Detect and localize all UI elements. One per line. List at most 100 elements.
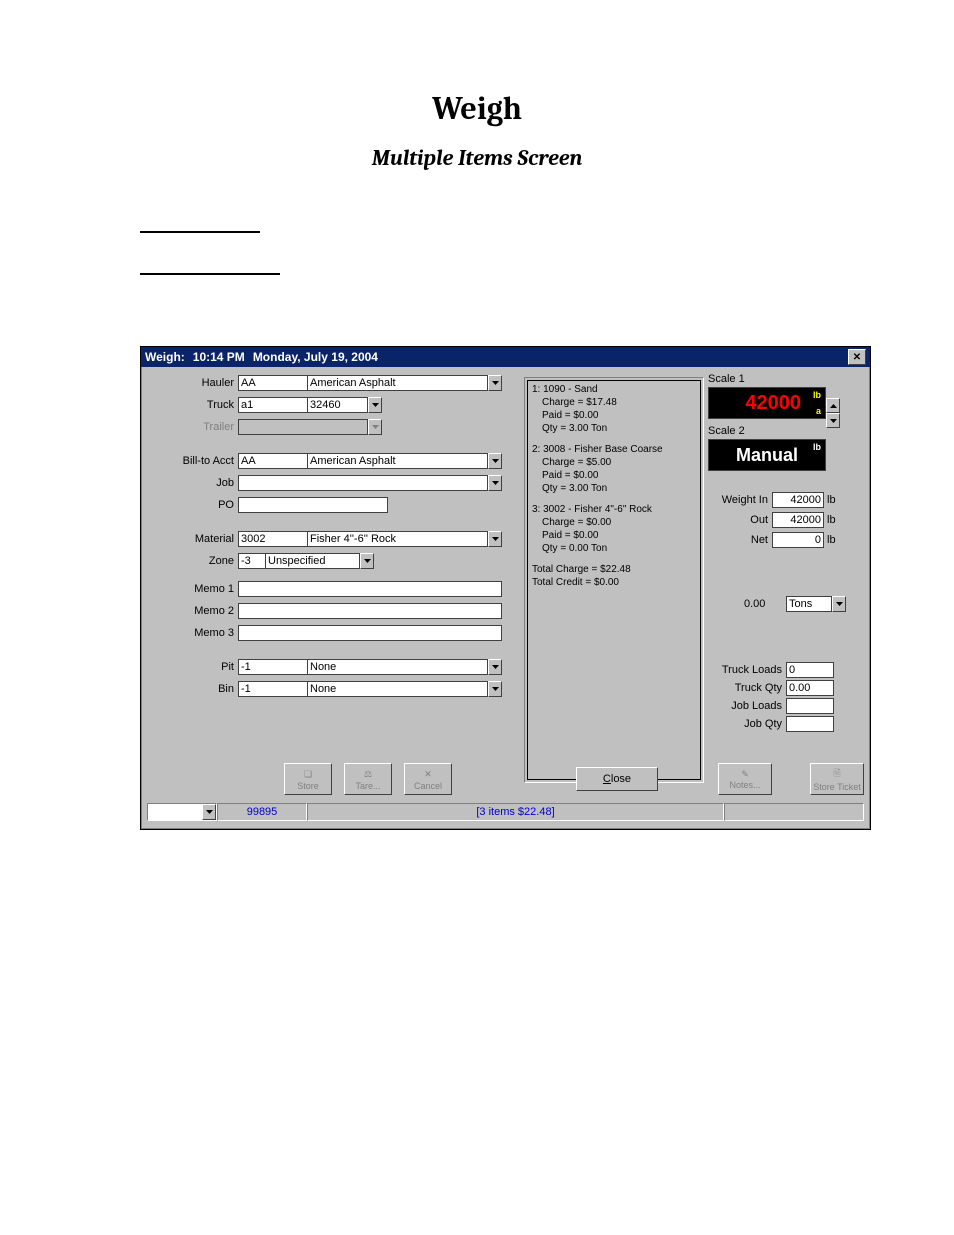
scale-spin-up[interactable] [826, 398, 840, 413]
memo3-input[interactable] [238, 625, 502, 641]
pit-code-input[interactable]: -1 [238, 659, 308, 675]
truck-qty-input[interactable]: 0.00 [786, 680, 834, 696]
scale1-display: 42000 lb a [708, 387, 826, 419]
zone-code-input[interactable]: -3 [238, 553, 266, 569]
close-icon: ✕ [853, 352, 861, 363]
rule-1 [140, 231, 260, 233]
summary-item1-title: 1: 1090 - Sand [532, 383, 696, 396]
memo1-input[interactable] [238, 581, 502, 597]
truck-qty-label: Truck Qty [708, 682, 786, 694]
truck-code-input[interactable]: a1 [238, 397, 308, 413]
scale2-unit: lb [813, 442, 821, 452]
memo1-label: Memo 1 [144, 583, 238, 595]
titlebar-prefix: Weigh: [145, 350, 185, 364]
job-loads-input[interactable] [786, 698, 834, 714]
zone-name-input[interactable]: Unspecified [266, 553, 360, 569]
close-label-rest: lose [611, 773, 631, 785]
billto-name-input[interactable]: American Asphalt [308, 453, 488, 469]
rule-2 [140, 273, 280, 275]
ticket-summary: 1: 1090 - Sand Charge = $17.48 Paid = $0… [524, 377, 704, 783]
summary-item2-title: 2: 3008 - Fisher Base Coarse [532, 443, 696, 456]
truck-dropdown[interactable] [368, 397, 382, 413]
cancel-button[interactable]: ✕ Cancel [404, 763, 452, 795]
memo2-label: Memo 2 [144, 605, 238, 617]
summary-item3-title: 3: 3002 - Fisher 4"-6" Rock [532, 503, 696, 516]
notes-button[interactable]: ✎ Notes... [718, 763, 772, 795]
conv-value-input[interactable]: 0.00 [744, 598, 784, 610]
zone-label: Zone [144, 555, 238, 567]
trailer-dropdown [368, 419, 382, 435]
bin-name-input[interactable]: None [308, 681, 488, 697]
billto-dropdown[interactable] [488, 453, 502, 469]
hauler-dropdown[interactable] [488, 375, 502, 391]
weight-in-input[interactable]: 42000 [772, 492, 824, 508]
zone-dropdown[interactable] [360, 553, 374, 569]
memo3-label: Memo 3 [144, 627, 238, 639]
status-code: 99895 [217, 803, 307, 821]
trailer-input [238, 419, 368, 435]
weight-out-unit: lb [824, 514, 836, 526]
material-name-input[interactable]: Fisher 4''-6'' Rock [308, 531, 488, 547]
conv-unit-dropdown[interactable] [832, 596, 846, 612]
material-dropdown[interactable] [488, 531, 502, 547]
doc-subtitle: Multiple Items Screen [80, 145, 874, 171]
memo2-input[interactable] [238, 603, 502, 619]
weight-net-unit: lb [824, 534, 836, 546]
job-qty-input[interactable] [786, 716, 834, 732]
scale1-label: Scale 1 [708, 373, 863, 385]
hauler-name-input[interactable]: American Asphalt [308, 375, 488, 391]
summary-total-credit: Total Credit = $0.00 [532, 576, 696, 589]
scale-spin-down[interactable] [826, 413, 840, 428]
bin-code-input[interactable]: -1 [238, 681, 308, 697]
notes-icon: ✎ [741, 769, 749, 780]
job-dropdown[interactable] [488, 475, 502, 491]
bin-label: Bin [144, 683, 238, 695]
summary-total-charge: Total Charge = $22.48 [532, 563, 696, 576]
weight-in-unit: lb [824, 494, 836, 506]
po-label: PO [144, 499, 238, 511]
job-input[interactable] [238, 475, 488, 491]
store-ticket-button[interactable]: 🗎 Store Ticket [810, 763, 864, 795]
store-button[interactable]: ❏ Store [284, 763, 332, 795]
window-close-button[interactable]: ✕ [848, 349, 866, 365]
truck-num-input[interactable]: 32460 [308, 397, 368, 413]
pit-name-input[interactable]: None [308, 659, 488, 675]
summary-item1-qty: Qty = 3.00 Ton [532, 422, 696, 435]
trailer-label: Trailer [144, 421, 238, 433]
status-combo[interactable] [148, 804, 202, 820]
pit-label: Pit [144, 661, 238, 673]
weight-out-input[interactable]: 42000 [772, 512, 824, 528]
bin-dropdown[interactable] [488, 681, 502, 697]
conv-unit-select[interactable]: Tons [786, 596, 832, 612]
status-items: [3 items $22.48] [307, 803, 724, 821]
hauler-label: Hauler [144, 377, 238, 389]
truck-label: Truck [144, 399, 238, 411]
weight-in-label: Weight In [708, 494, 772, 506]
scale1-value: 42000 [745, 392, 801, 415]
cancel-icon: ✕ [424, 767, 432, 781]
po-input[interactable] [238, 497, 388, 513]
summary-item3-charge: Charge = $0.00 [532, 516, 696, 529]
weight-net-input[interactable]: 0 [772, 532, 824, 548]
job-loads-label: Job Loads [708, 700, 786, 712]
material-code-input[interactable]: 3002 [238, 531, 308, 547]
truck-loads-input[interactable]: 0 [786, 662, 834, 678]
summary-item1-paid: Paid = $0.00 [532, 409, 696, 422]
status-bar: 99895 [3 items $22.48] [147, 803, 864, 823]
scale1-unit-bot: a [816, 406, 821, 416]
titlebar-time: 10:14 PM [193, 350, 245, 364]
tare-button[interactable]: ⚖ Tare... [344, 763, 392, 795]
weight-out-label: Out [708, 514, 772, 526]
billto-code-input[interactable]: AA [238, 453, 308, 469]
summary-item3-paid: Paid = $0.00 [532, 529, 696, 542]
hauler-code-input[interactable]: AA [238, 375, 308, 391]
scale2-value: Manual [736, 445, 798, 466]
status-panel-1 [147, 803, 217, 821]
pit-dropdown[interactable] [488, 659, 502, 675]
close-button[interactable]: Close [576, 767, 658, 791]
weight-net-label: Net [708, 534, 772, 546]
billto-label: Bill-to Acct [144, 455, 238, 467]
summary-item1-charge: Charge = $17.48 [532, 396, 696, 409]
status-combo-dropdown[interactable] [202, 804, 216, 820]
summary-item2-qty: Qty = 3.00 Ton [532, 482, 696, 495]
